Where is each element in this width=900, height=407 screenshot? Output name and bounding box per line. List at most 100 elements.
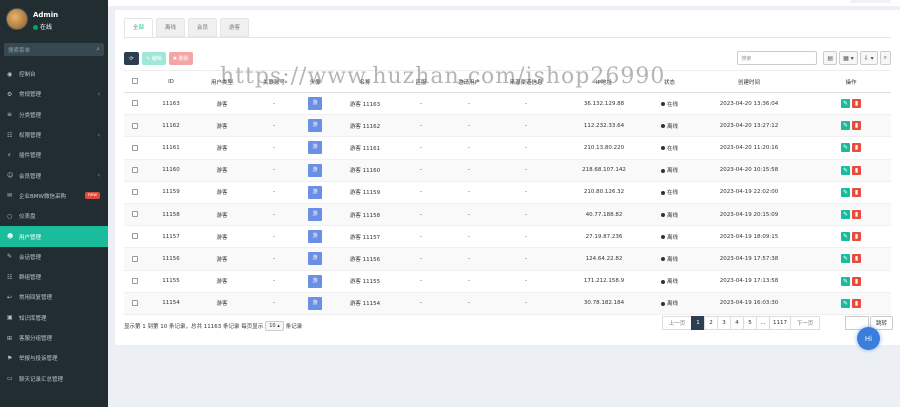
page-link[interactable]: 3 xyxy=(717,316,731,330)
row-checkbox[interactable] xyxy=(132,277,138,284)
sidebar-item[interactable]: ⚡ 插件管理 xyxy=(0,145,108,165)
row-checkbox[interactable] xyxy=(132,122,138,129)
row-checkbox[interactable] xyxy=(132,189,138,196)
sidebar-item[interactable]: ○ 仪表盘 xyxy=(0,206,108,226)
column-header[interactable]: 用户类型 xyxy=(196,70,248,93)
avatar-thumbnail[interactable]: 游 xyxy=(308,208,322,222)
edit-button[interactable]: ✎ 编辑 xyxy=(142,52,166,65)
sidebar-item[interactable]: ▭ 聊天记录汇总管理 xyxy=(0,368,108,388)
table-row[interactable]: 11160 游客 - 游游客 11160- - -218.68.107.142 离线 2023… xyxy=(124,159,891,182)
avatar-thumbnail[interactable]: 游 xyxy=(308,274,322,288)
table-row[interactable]: 11161 游客 - 游游客 11161- - -210.13.80.220 在线 2023-… xyxy=(124,136,891,160)
row-checkbox[interactable] xyxy=(132,300,138,307)
avatar[interactable] xyxy=(6,8,28,30)
column-header[interactable]: 操作 xyxy=(811,70,891,93)
sidebar-item[interactable]: ☺ 会员管理 ‹ xyxy=(0,165,108,185)
page-link[interactable]: 5 xyxy=(743,316,757,330)
table-row[interactable]: 11156 游客 - 游游客 11156- - -124.64.22.82 离线 2023-0… xyxy=(124,247,891,271)
avatar-thumbnail[interactable]: 游 xyxy=(308,230,322,244)
table-row[interactable]: 11157 游客 - 游游客 11157- - -27.19.87.236 离线 2023-0… xyxy=(124,225,891,249)
avatar-thumbnail[interactable]: 游 xyxy=(308,296,322,310)
row-edit-button[interactable]: ✎ xyxy=(841,298,850,308)
sidebar-item[interactable]: ≡ 分类管理 xyxy=(0,105,108,125)
sidebar-search-input[interactable]: 搜索菜单 ⌕ xyxy=(4,43,104,56)
column-header[interactable]: 来源渠道信息 xyxy=(496,70,556,93)
row-delete-button[interactable]: ▮ xyxy=(852,143,861,153)
avatar-thumbnail[interactable]: 游 xyxy=(308,141,322,155)
page-size-select[interactable]: 10 ▴ xyxy=(265,321,284,331)
toggle-view-button[interactable]: ▤ xyxy=(823,51,838,65)
row-edit-button[interactable]: ✎ xyxy=(841,254,850,264)
row-delete-button[interactable]: ▮ xyxy=(852,276,861,286)
sidebar-item[interactable]: ⚙ 常规管理 ‹ xyxy=(0,84,108,104)
column-header[interactable]: 名称 xyxy=(330,70,400,93)
avatar-thumbnail[interactable]: 游 xyxy=(308,185,322,199)
row-delete-button[interactable]: ▮ xyxy=(852,121,861,131)
sidebar-item[interactable]: ☷ 群组管理 xyxy=(0,267,108,287)
sidebar-item[interactable]: ◉ 控制台 xyxy=(0,64,108,84)
export-button[interactable]: ⇩ ▾ xyxy=(859,51,878,65)
row-delete-button[interactable]: ▮ xyxy=(852,165,861,175)
sidebar-item[interactable]: ⊞ 客服分组管理 xyxy=(0,328,108,348)
row-checkbox[interactable] xyxy=(132,144,138,151)
sidebar-item[interactable]: ☷ 权限管理 ‹ xyxy=(0,125,108,145)
column-header[interactable]: IP地址 xyxy=(556,70,652,93)
sidebar-item[interactable]: ☻ 用户管理 xyxy=(0,226,108,247)
row-delete-button[interactable]: ▮ xyxy=(852,254,861,264)
column-header[interactable]: 关联账号 xyxy=(248,70,300,93)
sidebar-item[interactable]: ▣ 知识库管理 xyxy=(0,308,108,328)
sidebar-item[interactable]: ✎ 会话管理 xyxy=(0,247,108,267)
row-edit-button[interactable]: ✎ xyxy=(841,121,850,131)
row-checkbox[interactable] xyxy=(132,255,138,262)
row-checkbox[interactable] xyxy=(132,211,138,218)
row-edit-button[interactable]: ✎ xyxy=(841,99,850,109)
table-search-input[interactable]: 搜索 xyxy=(737,51,818,65)
page-link[interactable]: 2 xyxy=(704,316,718,330)
refresh-button[interactable]: ⟳ xyxy=(124,52,139,65)
column-header[interactable]: 创建时间 xyxy=(687,70,811,93)
table-row[interactable]: 11154 游客 - 游游客 11154- - -30.78.182.184 离线 2023-… xyxy=(124,292,891,315)
advanced-search-button[interactable]: ⌕ xyxy=(879,51,891,65)
row-edit-button[interactable]: ✎ xyxy=(841,165,850,175)
avatar-thumbnail[interactable]: 游 xyxy=(308,163,322,177)
tab-item[interactable]: 游客 xyxy=(220,18,250,37)
table-row[interactable]: 11162 游客 - 游游客 11162- - -112.232.33.64 离线 2023-… xyxy=(124,114,891,138)
table-row[interactable]: 11159 游客 - 游游客 11159- - -210.80.126.32 在线 2023-… xyxy=(124,181,891,204)
row-delete-button[interactable]: ▮ xyxy=(852,232,861,242)
row-edit-button[interactable]: ✎ xyxy=(841,232,850,242)
column-header[interactable]: 邀请用户 xyxy=(442,70,496,93)
page-link[interactable]: 下一页 xyxy=(790,316,820,330)
tab-item[interactable]: 离线 xyxy=(156,18,186,37)
row-edit-button[interactable]: ✎ xyxy=(841,276,850,286)
columns-button[interactable]: ▦ ▾ xyxy=(839,51,858,65)
table-row[interactable]: 11158 游客 - 游游客 11158- - -40.77.188.82 离线 2023-0… xyxy=(124,203,891,227)
row-delete-button[interactable]: ▮ xyxy=(852,187,861,197)
column-header[interactable]: 区服 xyxy=(400,70,442,93)
page-link[interactable]: 1 xyxy=(691,316,705,330)
row-delete-button[interactable]: ▮ xyxy=(852,298,861,308)
page-link[interactable]: 上一页 xyxy=(662,316,692,330)
row-delete-button[interactable]: ▮ xyxy=(852,210,861,220)
tab-item[interactable]: 全部 xyxy=(124,18,154,37)
table-row[interactable]: 11163 游客 - 游游客 11163- - -36.132.129.88 在线 2023-… xyxy=(124,92,891,116)
column-header[interactable]: 状态 xyxy=(652,70,687,93)
page-link[interactable]: ... xyxy=(756,316,770,330)
avatar-thumbnail[interactable]: 游 xyxy=(308,97,322,111)
sidebar-item[interactable]: ⚑ 举报与投诉管理 xyxy=(0,348,108,368)
row-checkbox[interactable] xyxy=(132,233,138,240)
sidebar-item[interactable]: ↩ 常用回复管理 xyxy=(0,287,108,307)
sidebar-item[interactable]: ✉ 企业BMW微信采购 new xyxy=(0,186,108,206)
chat-hi-button[interactable]: Hi xyxy=(857,327,880,350)
column-header[interactable]: ID xyxy=(146,70,196,93)
avatar-thumbnail[interactable]: 游 xyxy=(308,252,322,266)
page-link[interactable]: 4 xyxy=(730,316,744,330)
column-header[interactable]: 头像 xyxy=(300,70,330,93)
tab-item[interactable]: 会员 xyxy=(188,18,218,37)
select-all-checkbox[interactable] xyxy=(132,78,138,85)
delete-button[interactable]: ✖ 删除 xyxy=(168,52,193,65)
row-edit-button[interactable]: ✎ xyxy=(841,210,850,220)
row-checkbox[interactable] xyxy=(132,166,138,173)
table-row[interactable]: 11155 游客 - 游游客 11155- - -171.212.158.9 离线 2023-… xyxy=(124,270,891,293)
avatar-thumbnail[interactable]: 游 xyxy=(308,119,322,133)
page-link[interactable]: 1117 xyxy=(769,316,791,330)
